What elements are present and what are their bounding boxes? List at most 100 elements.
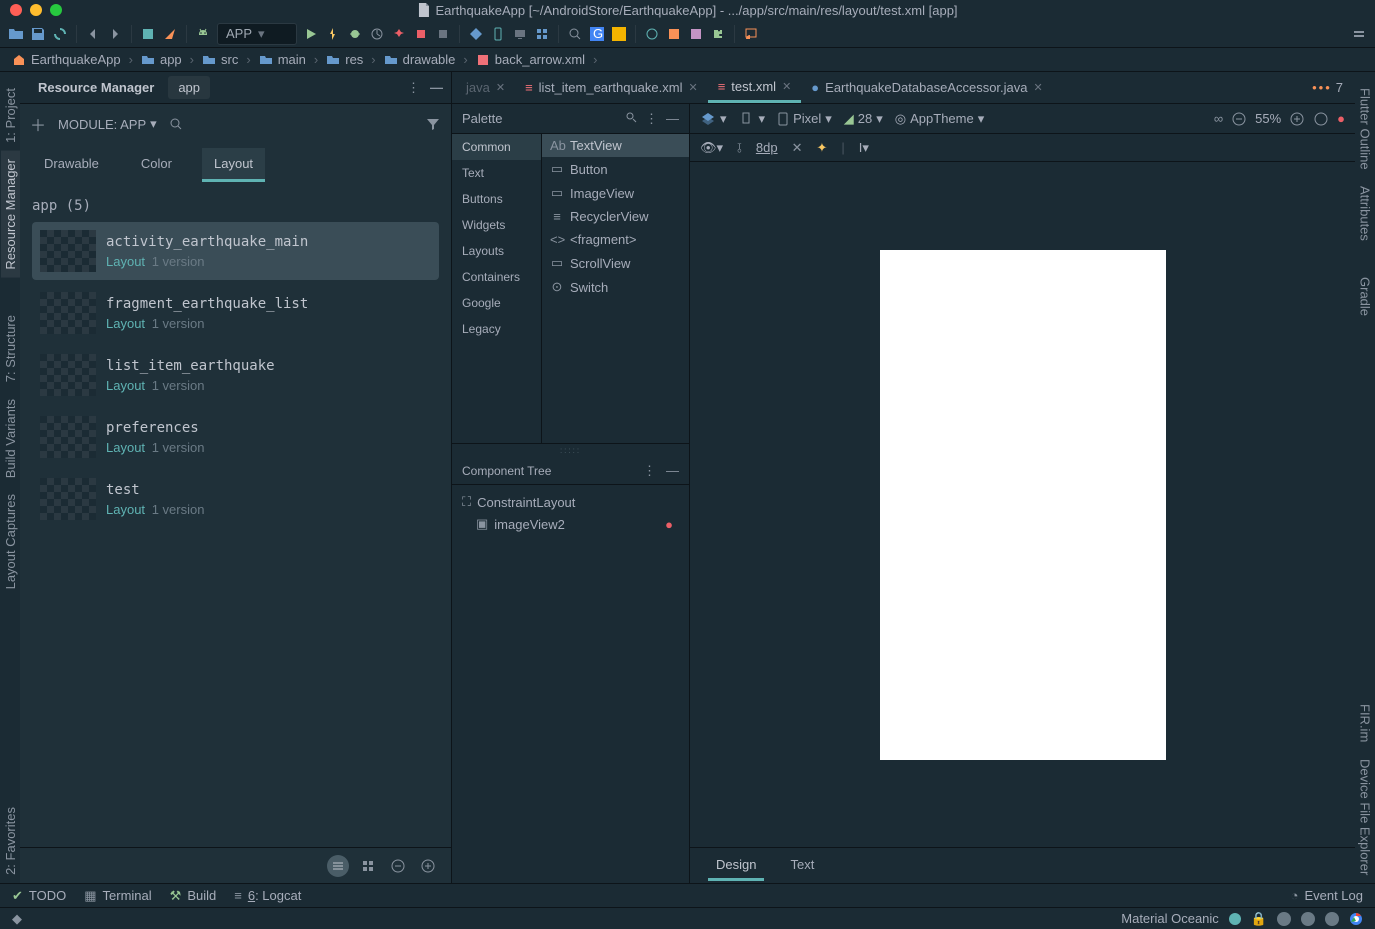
minimize-icon[interactable]: —	[666, 111, 679, 127]
palette-category[interactable]: Layouts	[452, 238, 541, 264]
breadcrumb-item[interactable]: main	[259, 52, 306, 67]
autoconnect-icon[interactable]: ⫱	[737, 140, 742, 156]
theme-label[interactable]: Material Oceanic	[1121, 911, 1219, 926]
zoom-out-icon[interactable]	[387, 855, 409, 877]
sdk-icon[interactable]	[534, 26, 550, 42]
google-icon[interactable]: G	[589, 26, 605, 42]
palette-item[interactable]: <><fragment>	[542, 228, 689, 251]
puzzle-icon[interactable]	[710, 26, 726, 42]
tab-layout[interactable]: Layout	[202, 148, 265, 182]
palette-item[interactable]: AbTextView	[542, 134, 689, 157]
tool-tab-device-file-explorer[interactable]: Device File Explorer	[1356, 751, 1375, 883]
tool-tab-terminal[interactable]: ▦Terminal	[84, 888, 151, 904]
resource-item[interactable]: list_item_earthquake Layout 1 version	[32, 346, 439, 404]
tool-tab-todo[interactable]: ✔TODO	[12, 888, 66, 904]
tool-tab-project[interactable]: 1: Project	[1, 80, 20, 151]
tool-tab-attributes[interactable]: Attributes	[1356, 178, 1375, 249]
tool-tab-event-log[interactable]: ◔Event Log	[1291, 888, 1363, 903]
tab-text[interactable]: Text	[782, 851, 822, 881]
tool-tab-firim[interactable]: FIR.im	[1356, 696, 1375, 750]
orientation-selector[interactable]: ▾	[739, 111, 766, 127]
zoom-in-button[interactable]	[1289, 111, 1305, 127]
more-icon[interactable]: ⋮	[643, 463, 666, 479]
layout-inspector-icon[interactable]	[644, 26, 660, 42]
resize-handle-icon[interactable]: :::::	[452, 444, 689, 457]
window-minimize-button[interactable]	[30, 4, 42, 16]
device-preview[interactable]	[880, 250, 1166, 760]
close-icon[interactable]: ✕	[688, 81, 697, 94]
chrome-icon[interactable]	[1349, 912, 1363, 926]
window-zoom-button[interactable]	[50, 4, 62, 16]
overflow-icon[interactable]	[1351, 26, 1367, 42]
link-icon[interactable]: ∞	[1214, 111, 1223, 126]
editor-tab[interactable]: ≡list_item_earthquake.xml✕	[515, 74, 708, 101]
resource-icon[interactable]	[666, 26, 682, 42]
run-config-selector[interactable]: APP ▾	[217, 23, 297, 45]
coverage-icon[interactable]	[413, 26, 429, 42]
palette-category[interactable]: Legacy	[452, 316, 541, 342]
device-icon[interactable]	[490, 26, 506, 42]
add-resource-button[interactable]: ＋	[30, 112, 46, 136]
error-icon[interactable]: ●	[665, 517, 679, 532]
build-icon[interactable]	[140, 26, 156, 42]
tool-tab-favorites[interactable]: 2: Favorites	[1, 799, 20, 883]
android-head-icon[interactable]	[195, 26, 211, 42]
palette-category[interactable]: Containers	[452, 264, 541, 290]
attach-debugger-icon[interactable]	[391, 26, 407, 42]
default-margin[interactable]: 8dp	[756, 140, 778, 155]
palette-item[interactable]: ≡RecyclerView	[542, 205, 689, 228]
palette-category[interactable]: Buttons	[452, 186, 541, 212]
tool-tab-flutter-outline[interactable]: Flutter Outline	[1356, 80, 1375, 178]
zoom-fit-button[interactable]	[1313, 111, 1329, 127]
clear-constraints-icon[interactable]: ✕	[792, 140, 803, 156]
editor-tab[interactable]: ≡test.xml✕	[708, 73, 802, 103]
guidelines-selector[interactable]: I▾	[859, 140, 869, 156]
view-options[interactable]: 👁▾	[700, 140, 723, 156]
grid-view-icon[interactable]	[357, 855, 379, 877]
face-icon[interactable]	[1301, 912, 1315, 926]
tab-color[interactable]: Color	[129, 148, 184, 182]
filter-icon[interactable]	[425, 116, 441, 132]
search-icon[interactable]	[625, 111, 637, 127]
resource-item[interactable]: activity_earthquake_main Layout 1 versio…	[32, 222, 439, 280]
avd-icon[interactable]	[512, 26, 528, 42]
minimize-icon[interactable]: —	[666, 463, 679, 478]
design-canvas-viewport[interactable]	[690, 162, 1355, 847]
palette-category[interactable]: Text	[452, 160, 541, 186]
close-icon[interactable]: ✕	[496, 81, 505, 94]
zoom-in-icon[interactable]	[417, 855, 439, 877]
close-icon[interactable]: ✕	[1034, 81, 1043, 94]
tree-node-root[interactable]: ⛶ ConstraintLayout	[458, 491, 683, 513]
more-icon[interactable]: ⋮	[407, 80, 420, 96]
face-icon[interactable]	[1277, 912, 1291, 926]
resource-item[interactable]: preferences Layout 1 version	[32, 408, 439, 466]
editor-tab[interactable]: java✕	[456, 74, 515, 101]
warnings-button[interactable]: ●	[1337, 111, 1345, 126]
editor-tab[interactable]: ●EarthquakeDatabaseAccessor.java✕	[801, 74, 1052, 101]
tab-design[interactable]: Design	[708, 851, 764, 881]
palette-item[interactable]: ▭ScrollView	[542, 251, 689, 275]
save-icon[interactable]	[30, 26, 46, 42]
tool-tab-layout-captures[interactable]: Layout Captures	[1, 486, 20, 597]
tool-tab-logcat[interactable]: ≡6: Logcat	[234, 888, 301, 904]
tool-tab-gradle[interactable]: Gradle	[1356, 269, 1375, 324]
slides-icon[interactable]	[611, 26, 627, 42]
device-selector[interactable]: Pixel▾	[777, 111, 832, 127]
profile-icon[interactable]	[369, 26, 385, 42]
tool-tab-resource-manager[interactable]: Resource Manager	[1, 151, 20, 278]
breadcrumb-item[interactable]: drawable	[384, 52, 456, 67]
breadcrumb-item[interactable]: app	[141, 52, 182, 67]
forward-icon[interactable]	[107, 26, 123, 42]
search-icon[interactable]	[567, 26, 583, 42]
stop-icon[interactable]	[435, 26, 451, 42]
sync-icon[interactable]	[52, 26, 68, 42]
theme-icon[interactable]	[688, 26, 704, 42]
lock-icon[interactable]: 🔒	[1251, 911, 1267, 927]
run-icon[interactable]	[303, 26, 319, 42]
back-icon[interactable]	[85, 26, 101, 42]
breadcrumb-item[interactable]: res	[326, 52, 363, 67]
surface-selector[interactable]: ▾	[700, 111, 727, 127]
resource-manager-module-chip[interactable]: app	[168, 76, 210, 99]
tab-drawable[interactable]: Drawable	[32, 148, 111, 182]
module-selector[interactable]: MODULE: APP ▾	[58, 116, 157, 132]
